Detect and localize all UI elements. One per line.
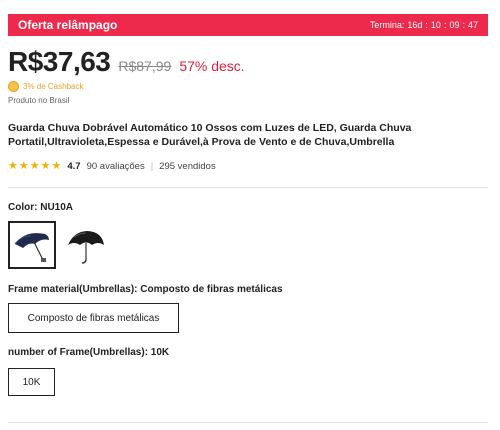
black-umbrella-icon <box>68 231 104 264</box>
cashback-text: 3% de Cashback <box>23 82 84 91</box>
original-price: R$87,99 <box>118 58 172 74</box>
star-icon: ★ <box>8 160 18 172</box>
rating-row: ★ ★ ★ ★ ★ 4.7 90 avaliações | 295 vendid… <box>8 161 216 173</box>
divider: | <box>150 161 154 172</box>
timer-separator: : <box>462 20 465 30</box>
sold-count: 295 vendidos <box>159 161 216 172</box>
flash-sale-title: Oferta relâmpago <box>18 18 118 32</box>
coin-icon <box>8 81 19 92</box>
price-row: R$37,63 R$87,99 57% desc. <box>8 46 245 78</box>
cashback-info: 3% de Cashback <box>8 81 83 92</box>
divider <box>8 422 488 423</box>
frame-number-label: number of Frame(Umbrellas): 10K <box>8 347 170 358</box>
rating-stars[interactable]: ★ ★ ★ ★ ★ <box>8 161 61 172</box>
flash-sale-banner: Oferta relâmpago Termina: 16d : 10 : 09 … <box>8 14 488 36</box>
review-count[interactable]: 90 avaliações <box>87 161 145 172</box>
star-icon: ★ <box>29 160 40 172</box>
current-price: R$37,63 <box>8 46 111 77</box>
star-half-icon: ★ <box>51 160 62 172</box>
timer-separator: : <box>425 20 428 30</box>
color-option-black[interactable] <box>62 221 110 269</box>
star-icon: ★ <box>40 160 51 172</box>
timer-minutes: 09 <box>449 20 460 30</box>
divider <box>8 187 488 188</box>
product-title: Guarda Chuva Dobrável Automático 10 Osso… <box>8 122 412 148</box>
color-label: Color: NU10A <box>8 202 74 213</box>
timer-days: 16d <box>407 20 423 30</box>
timer-label: Termina: <box>369 20 405 30</box>
star-icon: ★ <box>18 160 29 172</box>
countdown-timer: Termina: 16d : 10 : 09 : 47 <box>370 20 478 30</box>
product-origin: Produto no Brasil <box>8 96 70 105</box>
frame-material-option[interactable]: Composto de fibras metálicas <box>8 303 179 333</box>
timer-seconds: 47 <box>467 20 478 30</box>
color-option-nu10a[interactable] <box>8 221 56 269</box>
frame-number-option[interactable]: 10K <box>8 368 55 396</box>
timer-separator: : <box>443 20 447 30</box>
frame-material-label: Frame material(Umbrellas): Composto de f… <box>8 284 283 295</box>
discount-badge: 57% desc. <box>179 58 245 74</box>
navy-umbrella-icon <box>14 233 49 262</box>
timer-hours: 10 <box>430 20 441 30</box>
rating-value: 4.7 <box>67 161 81 172</box>
